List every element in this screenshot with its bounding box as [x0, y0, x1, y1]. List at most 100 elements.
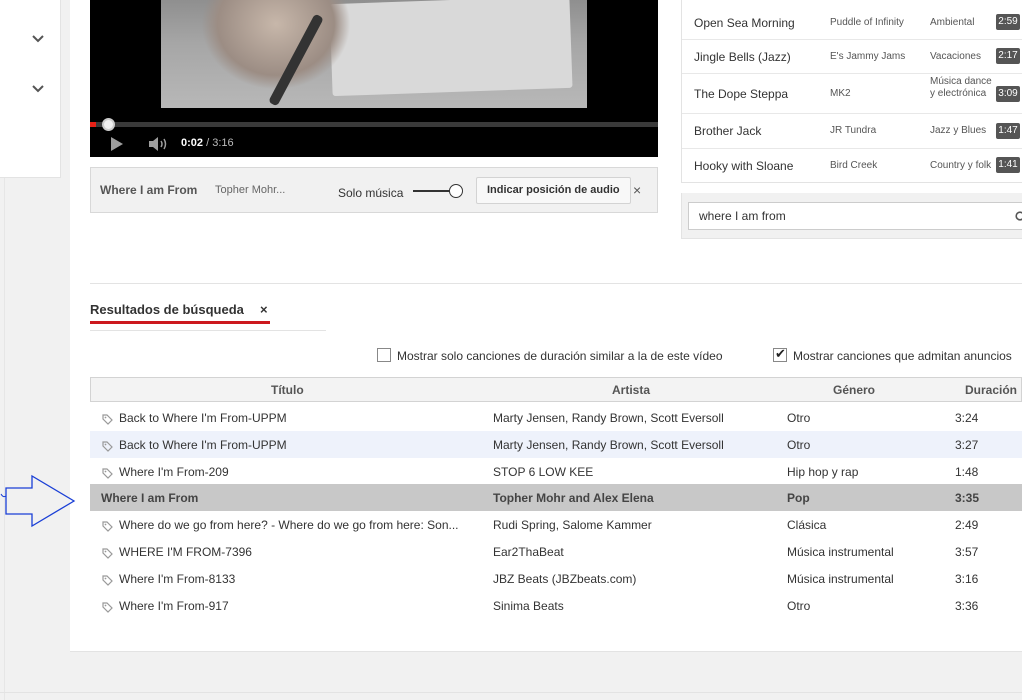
- video-hand: [201, 0, 351, 90]
- row-genre: Clásica: [787, 518, 827, 532]
- table-row[interactable]: Where I'm From-917 Sinima Beats Otro 3:3…: [90, 592, 1022, 619]
- row-title: Back to Where I'm From-UPPM: [119, 438, 287, 452]
- song-duration: 1:41: [996, 157, 1020, 173]
- table-row[interactable]: Back to Where I'm From-UPPM Marty Jensen…: [90, 404, 1022, 431]
- pointer-arrow-icon: [0, 474, 76, 528]
- song-duration: 2:17: [996, 48, 1020, 64]
- tag-icon: [102, 412, 113, 425]
- row-artist: Topher Mohr and Alex Elena: [493, 491, 654, 505]
- row-duration: 3:36: [955, 599, 979, 613]
- section-divider: [90, 283, 1022, 284]
- row-genre: Pop: [787, 491, 810, 505]
- chevron-down-icon[interactable]: [30, 31, 46, 47]
- row-duration: 1:48: [955, 465, 979, 479]
- row-artist: STOP 6 LOW KEE: [493, 465, 594, 479]
- row-genre: Hip hop y rap: [787, 465, 859, 479]
- table-row[interactable]: Where do we go from here? - Where do we …: [90, 511, 1022, 538]
- song-duration: 2:59: [996, 14, 1020, 30]
- selected-track-title: Where I am From: [100, 183, 198, 197]
- allow-ads-label: Mostrar canciones que admitan anuncios: [793, 349, 1012, 363]
- row-duration: 3:57: [955, 545, 979, 559]
- music-only-label: Solo música: [338, 186, 404, 200]
- song-genre: Música dance y electrónica: [930, 76, 992, 99]
- bottom-rule: [0, 692, 1022, 693]
- tab-search-results[interactable]: Resultados de búsqueda: [90, 302, 244, 317]
- set-audio-position-button[interactable]: Indicar posición de audio: [476, 177, 631, 204]
- song-genre: Country y folk: [930, 160, 992, 171]
- tag-icon: [102, 573, 113, 586]
- video-paper: [329, 0, 573, 97]
- table-header: Título Artista Género Duración: [90, 377, 1022, 402]
- song-duration: 3:09: [996, 86, 1020, 102]
- table-row[interactable]: Where I'm From-209 STOP 6 LOW KEE Hip ho…: [90, 458, 1022, 485]
- row-artist: Marty Jensen, Randy Brown, Scott Eversol…: [493, 438, 724, 452]
- audio-selection-bar: Where I am From Topher Mohr... Solo músi…: [90, 167, 658, 213]
- row-duration: 2:49: [955, 518, 979, 532]
- row-title: Where I'm From-917: [119, 599, 229, 613]
- list-item[interactable]: Hooky with Sloane Bird Creek Country y f…: [682, 149, 1022, 183]
- song-title: Hooky with Sloane: [694, 159, 794, 173]
- tag-icon: [102, 600, 113, 613]
- progress-knob[interactable]: [102, 118, 115, 131]
- close-icon[interactable]: ×: [260, 302, 268, 317]
- row-title: Where I am From: [101, 491, 199, 505]
- row-artist: Rudi Spring, Salome Kammer: [493, 518, 652, 532]
- song-artist: MK2: [830, 88, 851, 99]
- search-input[interactable]: [688, 202, 1022, 230]
- row-title: Where I'm From-209: [119, 465, 229, 479]
- row-duration: 3:24: [955, 411, 979, 425]
- col-duration[interactable]: Duración: [965, 383, 1017, 397]
- tag-icon: [102, 466, 113, 479]
- time-current: 0:02: [181, 137, 204, 149]
- table-row-selected[interactable]: Where I am From Topher Mohr and Alex Ele…: [90, 484, 1022, 511]
- tab-underline: [90, 321, 270, 324]
- tag-icon: [102, 519, 113, 532]
- gutter-line: [4, 178, 5, 700]
- music-only-toggle[interactable]: [413, 184, 463, 198]
- row-title: Where do we go from here? - Where do we …: [119, 518, 459, 532]
- song-genre: Jazz y Blues: [930, 125, 987, 136]
- list-item[interactable]: Jingle Bells (Jazz) E's Jammy Jams Vacac…: [682, 40, 1022, 74]
- time-separator: /: [203, 137, 213, 149]
- col-genre[interactable]: Género: [833, 383, 875, 397]
- chevron-down-icon[interactable]: [30, 81, 46, 97]
- video-frame: [161, 0, 587, 108]
- progress-bar[interactable]: [90, 118, 658, 131]
- progress-fill: [90, 122, 96, 127]
- row-title: Where I'm From-8133: [119, 572, 236, 586]
- search-icon[interactable]: [1015, 210, 1022, 222]
- song-artist: JR Tundra: [830, 125, 877, 136]
- volume-icon[interactable]: [148, 136, 170, 152]
- row-artist: Marty Jensen, Randy Brown, Scott Eversol…: [493, 411, 724, 425]
- row-artist: JBZ Beats (JBZbeats.com): [493, 572, 637, 586]
- row-genre: Otro: [787, 599, 811, 613]
- tag-icon: [102, 546, 113, 559]
- row-genre: Otro: [787, 411, 811, 425]
- table-row[interactable]: Where I'm From-8133 JBZ Beats (JBZbeats.…: [90, 565, 1022, 592]
- row-genre: Música instrumental: [787, 545, 894, 559]
- time-total: 3:16: [212, 137, 234, 149]
- table-row[interactable]: Back to Where I'm From-UPPM Marty Jensen…: [90, 431, 1022, 458]
- list-item[interactable]: Brother Jack JR Tundra Jazz y Blues 1:47: [682, 114, 1022, 149]
- list-item[interactable]: The Dope Steppa MK2 Música dance y elect…: [682, 74, 1022, 114]
- similar-duration-checkbox[interactable]: [377, 348, 391, 362]
- tab-rule: [90, 330, 326, 331]
- row-artist: Sinima Beats: [493, 599, 564, 613]
- song-genre: Ambiental: [930, 17, 975, 28]
- video-player[interactable]: 0:02 / 3:16: [90, 0, 658, 157]
- play-icon[interactable]: [110, 136, 124, 152]
- row-title: WHERE I'M FROM-7396: [119, 545, 252, 559]
- list-item[interactable]: Open Sea Morning Puddle of Infinity Ambi…: [682, 0, 1022, 40]
- col-title[interactable]: Título: [271, 383, 304, 397]
- row-artist: Ear2ThaBeat: [493, 545, 564, 559]
- song-artist: E's Jammy Jams: [830, 51, 906, 62]
- row-duration: 3:27: [955, 438, 979, 452]
- table-row[interactable]: WHERE I'M FROM-7396 Ear2ThaBeat Música i…: [90, 538, 1022, 565]
- close-icon[interactable]: ×: [633, 182, 641, 198]
- left-sidebar: [0, 0, 61, 178]
- song-artist: Bird Creek: [830, 160, 878, 171]
- col-artist[interactable]: Artista: [612, 383, 650, 397]
- row-genre: Otro: [787, 438, 811, 452]
- allow-ads-checkbox[interactable]: [773, 346, 787, 362]
- time-display: 0:02 / 3:16: [181, 137, 234, 149]
